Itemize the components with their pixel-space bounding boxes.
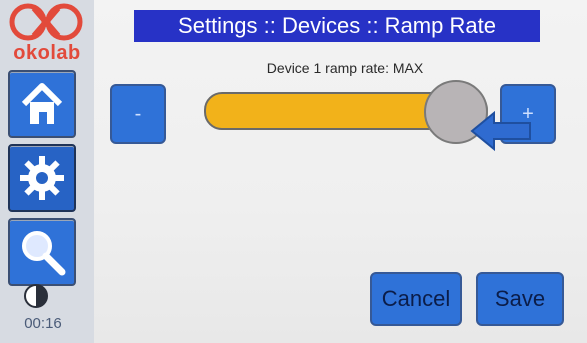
logo-text: okolab [13, 42, 81, 64]
ramp-rate-label: Device 1 ramp rate: MAX [266, 60, 424, 76]
arrow-left-icon [470, 110, 531, 152]
device-screen: okolab 00:16 Settings:: Devices:: Ramp… [0, 0, 587, 343]
sidebar-item-search[interactable] [8, 218, 76, 286]
sidebar-item-settings[interactable] [8, 144, 76, 212]
clock: 00:16 [24, 315, 62, 332]
search-icon [22, 231, 66, 276]
home-icon [21, 83, 63, 124]
gear-icon [20, 156, 64, 200]
save-button[interactable]: Save [476, 272, 564, 326]
cancel-button[interactable]: Cancel [370, 272, 462, 326]
decrease-button[interactable]: - [110, 84, 166, 144]
page-title: Settings :: Devices :: Ramp Rate [134, 10, 540, 42]
sidebar: okolab 00:16 [0, 0, 94, 343]
contrast-icon[interactable] [22, 282, 50, 310]
sidebar-item-home[interactable] [8, 70, 76, 138]
